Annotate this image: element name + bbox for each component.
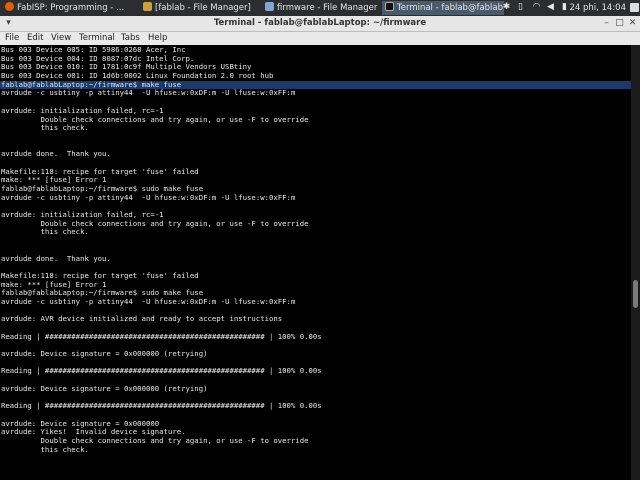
terminal-scrollbar[interactable] — [631, 45, 640, 480]
window-titlebar[interactable]: ▾ Terminal - fablab@fablabLaptop: ~/firm… — [0, 16, 640, 32]
terminal-line: Reading | ##############################… — [1, 401, 322, 411]
terminal-line: this check. — [1, 227, 89, 237]
maximize-icon[interactable]: □ — [614, 18, 625, 29]
terminal-line: avrdude: AVR device initialized and read… — [1, 314, 283, 324]
terminal-line: avrdude -c usbtiny -p attiny44 -U hfuse:… — [1, 192, 296, 202]
keyboard-icon[interactable]: ▯ — [515, 2, 526, 13]
terminal-output[interactable]: Bus 003 Device 005: ID 5986:0268 Acer, I… — [0, 45, 631, 480]
terminal-lines: Bus 003 Device 005: ID 5986:0268 Acer, I… — [0, 45, 631, 454]
user-icon[interactable] — [630, 3, 639, 12]
task-firefox[interactable]: FabISP: Programming - ... — [2, 1, 136, 15]
system-tray: ✱ ▯ ◠ ◀ ▮ 24 phi, 14:04 — [500, 0, 640, 16]
minimize-icon[interactable]: – — [601, 18, 612, 29]
task-label: [fablab - File Manager] — [155, 3, 251, 13]
menu-file[interactable]: File — [5, 32, 19, 45]
menu-bar: File Edit View Terminal Tabs Help — [0, 32, 640, 46]
terminal-line: avrdude done. Thank you. — [1, 253, 111, 263]
menu-view[interactable]: View — [51, 32, 71, 45]
folder-icon — [143, 2, 152, 11]
terminal-line: Double check connections and try again, … — [1, 114, 309, 124]
firefox-icon — [5, 2, 14, 11]
close-icon[interactable]: ✕ — [627, 18, 638, 29]
task-file-manager-firmware[interactable]: firmware - File Manager — [262, 1, 380, 15]
terminal-line: avrdude -c usbtiny -p attiny44 -U hfuse:… — [1, 296, 296, 306]
terminal-line: Double check connections and try again, … — [1, 435, 309, 445]
terminal-line: avrdude done. Thank you. — [1, 149, 111, 159]
terminal-line: avrdude -c usbtiny -p attiny44 -U hfuse:… — [1, 88, 296, 98]
terminal-line: Reading | ##############################… — [1, 331, 322, 341]
terminal-line: Reading | ##############################… — [1, 366, 322, 376]
menu-help[interactable]: Help — [148, 32, 167, 45]
task-label: FabISP: Programming - ... — [17, 3, 125, 13]
wifi-icon[interactable]: ◠ — [531, 2, 542, 13]
terminal-line: avrdude: Device signature = 0x000000 (re… — [1, 383, 208, 393]
top-panel: FabISP: Programming - ... [fablab - File… — [0, 0, 640, 16]
terminal-line: this check. — [1, 444, 89, 454]
scrollbar-thumb[interactable] — [633, 280, 638, 308]
window-title: Terminal - fablab@fablabLaptop: ~/firmwa… — [213, 18, 427, 28]
terminal-line: avrdude: Device signature = 0x000000 (re… — [1, 349, 208, 359]
task-label: firmware - File Manager — [277, 3, 378, 13]
folder-icon — [265, 2, 274, 11]
menu-edit[interactable]: Edit — [27, 32, 43, 45]
menu-terminal[interactable]: Terminal — [79, 32, 115, 45]
terminal-icon — [385, 2, 394, 11]
menu-tabs[interactable]: Tabs — [121, 32, 140, 45]
terminal-line: Double check connections and try again, … — [1, 218, 309, 228]
task-file-manager-fablab[interactable]: [fablab - File Manager] — [140, 1, 258, 15]
volume-icon[interactable]: ◀ — [545, 2, 556, 13]
task-terminal[interactable]: Terminal - fablab@fablab... — [382, 1, 504, 15]
clock[interactable]: 24 phi, 14:04 — [569, 0, 626, 16]
battery-icon[interactable]: ▮ — [559, 2, 570, 13]
task-label: Terminal - fablab@fablab... — [397, 3, 504, 13]
terminal-line: this check. — [1, 123, 89, 133]
bluetooth-icon[interactable]: ✱ — [501, 2, 512, 13]
